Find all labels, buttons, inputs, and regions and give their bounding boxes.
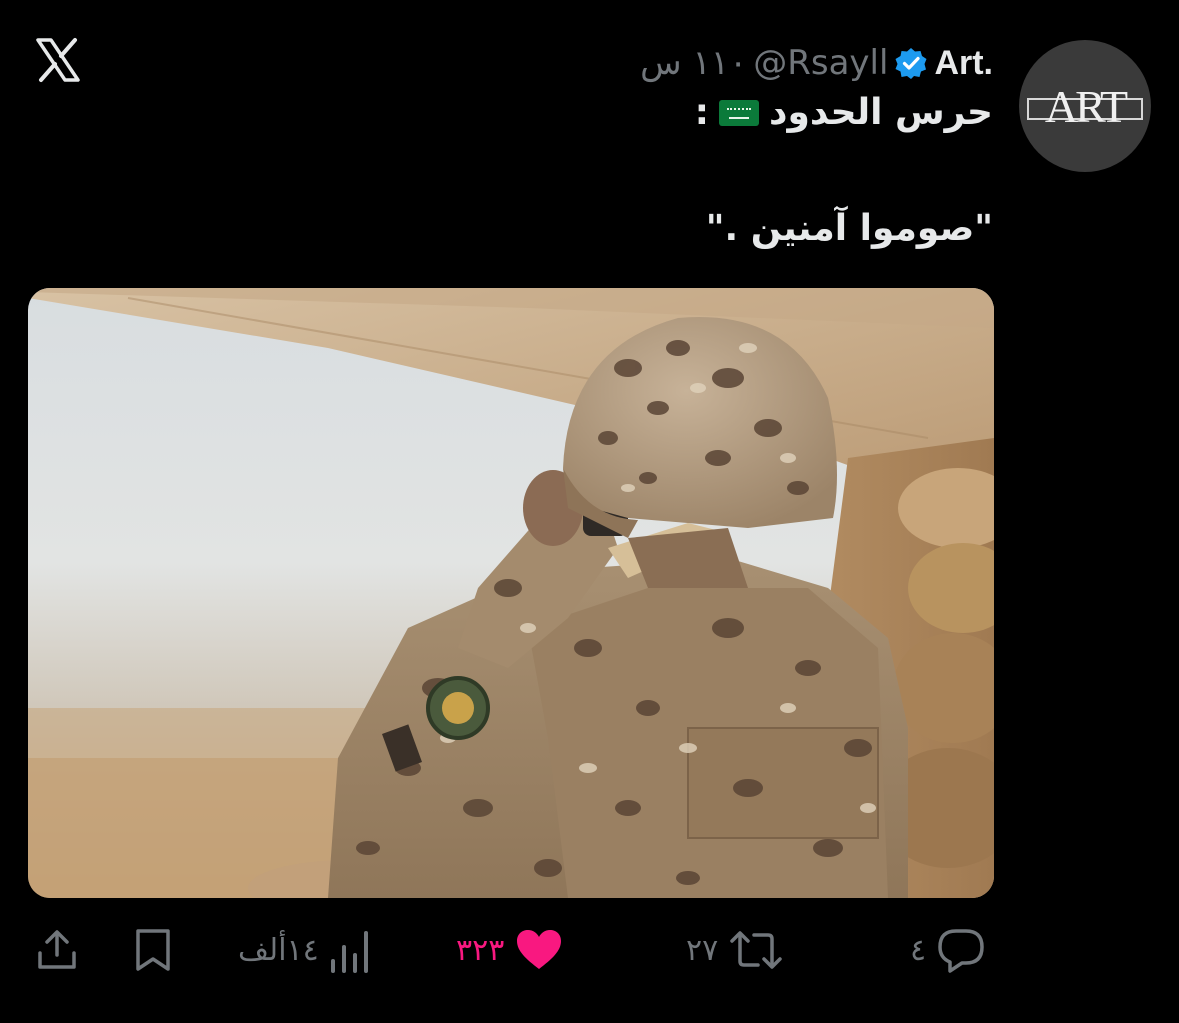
reply-icon xyxy=(938,929,984,973)
repost-button[interactable]: ٢٧ xyxy=(686,920,784,980)
share-icon xyxy=(38,930,76,969)
views-count: ١٤ألف xyxy=(238,932,319,968)
post-text-line-1: حرس الحدود : xyxy=(695,92,993,133)
timestamp[interactable]: ١١٠ س xyxy=(640,43,747,83)
post-text-colon: : xyxy=(694,92,709,133)
views-button[interactable]: ١٤ألف xyxy=(238,920,373,980)
repost-count: ٢٧ xyxy=(686,932,719,968)
reply-count: ٤ xyxy=(910,932,927,968)
share-button[interactable] xyxy=(34,920,80,980)
bookmark-button[interactable] xyxy=(130,920,176,980)
reply-button[interactable]: ٤ xyxy=(910,920,986,980)
saudi-flag-icon xyxy=(719,99,759,126)
post-header: Art. @Rsayll ١١٠ س xyxy=(640,38,993,88)
avatar-text: ART xyxy=(1044,81,1128,132)
post-text-title: حرس الحدود xyxy=(769,92,993,133)
soldier-photo-illustration xyxy=(28,288,994,898)
action-bar: ١٤ألف ٣٢٣ ٢٧ ٤ xyxy=(0,920,1179,980)
handle[interactable]: @Rsayll xyxy=(753,43,888,83)
repost-icon xyxy=(730,931,782,969)
verified-icon xyxy=(895,48,927,79)
like-count: ٣٢٣ xyxy=(456,932,505,968)
post-media-image[interactable] xyxy=(28,288,994,898)
heart-icon xyxy=(517,930,562,969)
avatar[interactable]: ART xyxy=(1019,40,1151,172)
like-button[interactable]: ٣٢٣ xyxy=(456,920,564,980)
x-logo-icon[interactable] xyxy=(34,36,82,84)
display-name[interactable]: Art. xyxy=(934,44,993,83)
bookmark-icon xyxy=(136,929,170,971)
views-icon xyxy=(330,931,368,973)
post-text-line-2: "صوموا آمنين ." xyxy=(705,208,993,249)
